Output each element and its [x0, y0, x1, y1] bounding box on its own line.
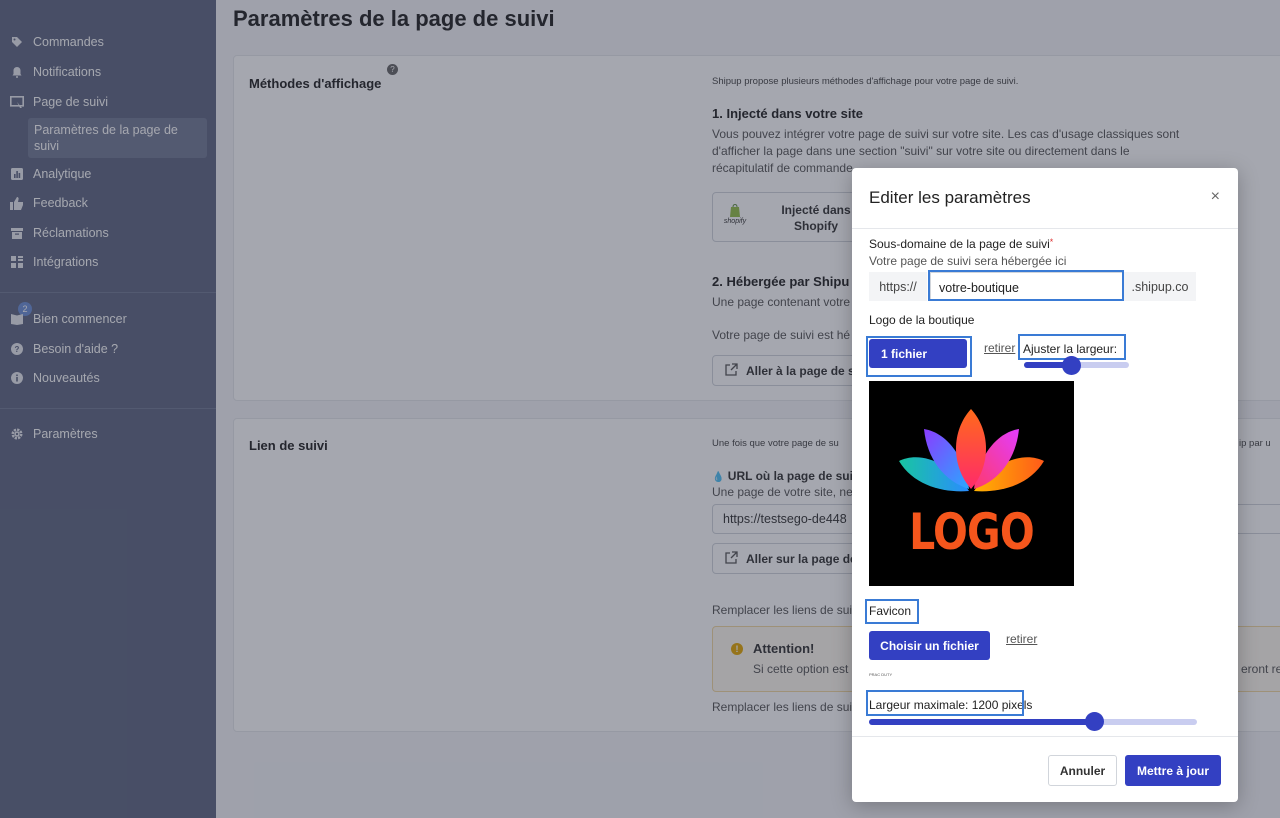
slider-knob[interactable]: [1085, 712, 1104, 731]
url-suffix: .shipup.co: [1124, 272, 1196, 301]
favicon-file-button[interactable]: Choisir un fichier: [869, 631, 990, 660]
subdomain-label: Sous-domaine de la page de suivi*: [869, 237, 1053, 251]
logo-label: Logo de la boutique: [869, 313, 975, 327]
modal-footer-divider: [852, 736, 1238, 737]
cancel-button[interactable]: Annuler: [1048, 755, 1117, 786]
edit-settings-modal: Editer les paramètres × Sous-domaine de …: [852, 168, 1238, 802]
highlight-subdomain: [928, 270, 1124, 301]
remove-favicon-link[interactable]: retirer: [1006, 632, 1037, 646]
modal-title: Editer les paramètres: [869, 188, 1031, 207]
subdomain-help: Votre page de suivi sera hébergée ici: [869, 254, 1067, 268]
close-icon[interactable]: ×: [1211, 188, 1220, 206]
highlight-favicon-label: [865, 599, 919, 624]
submit-button[interactable]: Mettre à jour: [1125, 755, 1221, 786]
url-prefix: https://: [869, 272, 927, 301]
favicon-thumbnail: PRAC DUTY: [869, 672, 893, 677]
highlight-logo-file: [866, 336, 972, 377]
slider-knob[interactable]: [1062, 356, 1081, 375]
slider-fill: [869, 719, 1094, 725]
logo-text: LOGO: [909, 503, 1035, 561]
modal-header-divider: [852, 228, 1238, 229]
remove-logo-link[interactable]: retirer: [984, 341, 1015, 355]
subdomain-label-text: Sous-domaine de la page de suivi: [869, 237, 1050, 251]
highlight-max-width: [866, 690, 1024, 716]
required-mark: *: [1049, 237, 1054, 247]
logo-preview-image: LOGO: [869, 381, 1074, 586]
